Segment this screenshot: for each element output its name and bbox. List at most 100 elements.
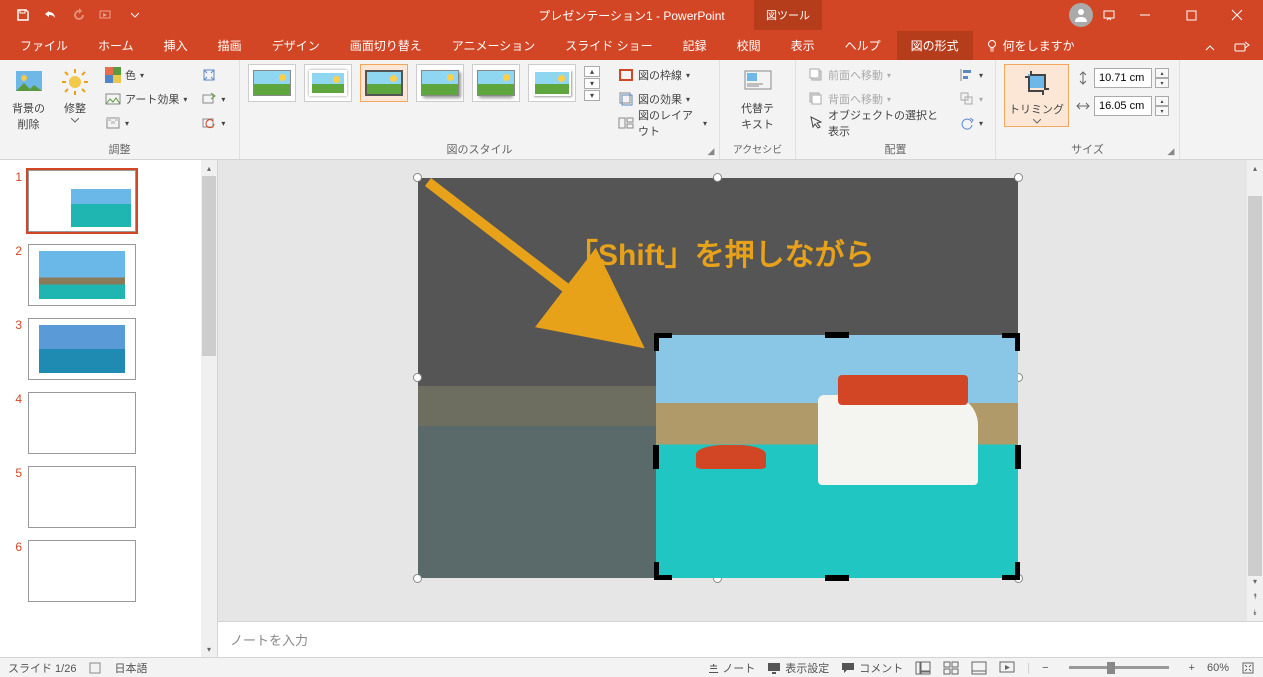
styles-dialog-launcher[interactable]: ◢ [705, 145, 717, 157]
bring-forward-button[interactable]: 前面へ移動 ▾ [804, 64, 949, 86]
gallery-down-button[interactable]: ▾ [584, 78, 600, 89]
ribbon-display-options-icon[interactable] [1099, 5, 1119, 25]
style-thumb[interactable] [248, 64, 296, 102]
tab-home[interactable]: ホーム [84, 31, 148, 60]
canvas-scroll-up[interactable]: ▴ [1247, 160, 1263, 176]
tell-me-search[interactable]: 何をしますか [975, 31, 1085, 60]
size-dialog-launcher[interactable]: ◢ [1165, 145, 1177, 157]
gallery-more-button[interactable]: ▾ [584, 90, 600, 101]
resize-handle-sw[interactable] [413, 574, 422, 583]
picture-border-button[interactable]: 図の枠線 ▾ [614, 64, 711, 86]
thumbnail-item[interactable]: 1 [8, 170, 197, 232]
crop-handle-e[interactable] [1015, 445, 1021, 469]
compress-pictures-button[interactable] [197, 64, 229, 86]
tab-review[interactable]: 校閲 [723, 31, 775, 60]
picture-layout-button[interactable]: 図のレイアウト ▾ [614, 112, 711, 134]
language-status[interactable]: 日本語 [114, 660, 147, 676]
crop-handle-s[interactable] [825, 575, 849, 581]
qat-customize-icon[interactable] [122, 2, 148, 28]
scrollbar-thumb[interactable] [202, 176, 216, 356]
rotate-button[interactable]: ▾ [955, 112, 987, 134]
scroll-up-button[interactable]: ▴ [201, 160, 217, 176]
thumbnail-item[interactable]: 6 [8, 540, 197, 602]
artistic-effects-button[interactable]: アート効果 ▾ [101, 88, 191, 110]
next-slide-button[interactable]: ⯯ [1247, 605, 1263, 621]
fit-to-window-button[interactable] [1241, 661, 1255, 675]
change-picture-button[interactable]: ▾ [197, 88, 229, 110]
alt-text-button[interactable]: 代替テ キスト [737, 64, 778, 134]
canvas-scroll-thumb[interactable] [1248, 196, 1262, 576]
thumbnail-item[interactable]: 5 [8, 466, 197, 528]
crop-handle-n[interactable] [825, 332, 849, 338]
slide-canvas[interactable]: 「Shift」を押しながら ▴ ▾ ⯭ ⯯ [218, 160, 1263, 621]
tab-file[interactable]: ファイル [6, 31, 82, 60]
notes-toggle[interactable]: ≐ノート [709, 660, 755, 676]
style-thumb[interactable] [528, 64, 576, 102]
thumbnail-item[interactable]: 3 [8, 318, 197, 380]
align-button[interactable]: ▾ [955, 64, 987, 86]
crop-button[interactable]: トリミング [1004, 64, 1069, 127]
crop-region[interactable] [656, 335, 1018, 578]
canvas-scrollbar[interactable]: ▴ ▾ ⯭ ⯯ [1247, 160, 1263, 621]
zoom-in-button[interactable]: + [1189, 662, 1195, 674]
color-button[interactable]: 色 ▾ [101, 64, 191, 86]
collapse-ribbon-button[interactable] [1195, 36, 1225, 60]
width-input[interactable] [1094, 96, 1152, 116]
resize-handle-w[interactable] [413, 373, 422, 382]
tab-design[interactable]: デザイン [258, 31, 334, 60]
resize-handle-ne[interactable] [1014, 173, 1023, 182]
tab-animations[interactable]: アニメーション [438, 31, 550, 60]
slideshow-button[interactable] [999, 661, 1015, 675]
style-thumb[interactable] [304, 64, 352, 102]
tab-transitions[interactable]: 画面切り替え [336, 31, 436, 60]
comments-toggle[interactable]: コメント [841, 660, 903, 676]
remove-background-button[interactable]: 背景の 削除 [8, 64, 49, 134]
height-down[interactable]: ▾ [1155, 78, 1169, 88]
height-input[interactable] [1094, 68, 1152, 88]
prev-slide-button[interactable]: ⯭ [1247, 589, 1263, 605]
thumbnail-item[interactable]: 2 [8, 244, 197, 306]
slide-counter[interactable]: スライド 1/26 [8, 660, 76, 676]
style-thumb[interactable] [472, 64, 520, 102]
zoom-percent[interactable]: 60% [1207, 662, 1229, 674]
reset-picture-button[interactable]: ▾ [197, 112, 229, 134]
scroll-down-button[interactable]: ▾ [201, 641, 217, 657]
spellcheck-icon[interactable] [88, 661, 102, 675]
tab-slideshow[interactable]: スライド ショー [551, 31, 666, 60]
style-thumb[interactable] [360, 64, 408, 102]
maximize-button[interactable] [1171, 1, 1211, 29]
notes-pane[interactable]: ノートを入力 [218, 621, 1263, 657]
display-settings[interactable]: 表示設定 [767, 660, 829, 676]
tab-insert[interactable]: 挿入 [150, 31, 202, 60]
zoom-slider[interactable] [1069, 666, 1169, 669]
group-button[interactable]: ▾ [955, 88, 987, 110]
selection-pane-button[interactable]: オブジェクトの選択と表示 [804, 112, 949, 134]
crop-handle-w[interactable] [653, 445, 659, 469]
thumbnail-item[interactable]: 4 [8, 392, 197, 454]
reading-view-button[interactable] [971, 661, 987, 675]
width-down[interactable]: ▾ [1155, 106, 1169, 116]
tab-draw[interactable]: 描画 [204, 31, 256, 60]
normal-view-button[interactable] [915, 661, 931, 675]
save-button[interactable] [10, 2, 36, 28]
gallery-up-button[interactable]: ▴ [584, 66, 600, 77]
tab-picture-format[interactable]: 図の形式 [897, 31, 973, 60]
zoom-slider-thumb[interactable] [1107, 662, 1115, 674]
tab-view[interactable]: 表示 [777, 31, 829, 60]
share-button[interactable] [1227, 34, 1257, 60]
redo-button[interactable] [66, 2, 92, 28]
slide-sorter-button[interactable] [943, 661, 959, 675]
account-avatar[interactable] [1069, 3, 1093, 27]
width-up[interactable]: ▴ [1155, 96, 1169, 106]
corrections-button[interactable]: 修整 [55, 64, 95, 125]
style-thumb[interactable] [416, 64, 464, 102]
minimize-button[interactable] [1125, 1, 1165, 29]
tab-help[interactable]: ヘルプ [831, 31, 895, 60]
tab-record[interactable]: 記録 [669, 31, 721, 60]
height-up[interactable]: ▴ [1155, 68, 1169, 78]
transparency-button[interactable]: ▾ [101, 112, 191, 134]
thumbnails-scrollbar[interactable]: ▴ ▾ [201, 160, 217, 657]
zoom-out-button[interactable]: − [1042, 662, 1048, 674]
undo-button[interactable] [38, 2, 64, 28]
start-from-beginning-button[interactable] [94, 2, 120, 28]
